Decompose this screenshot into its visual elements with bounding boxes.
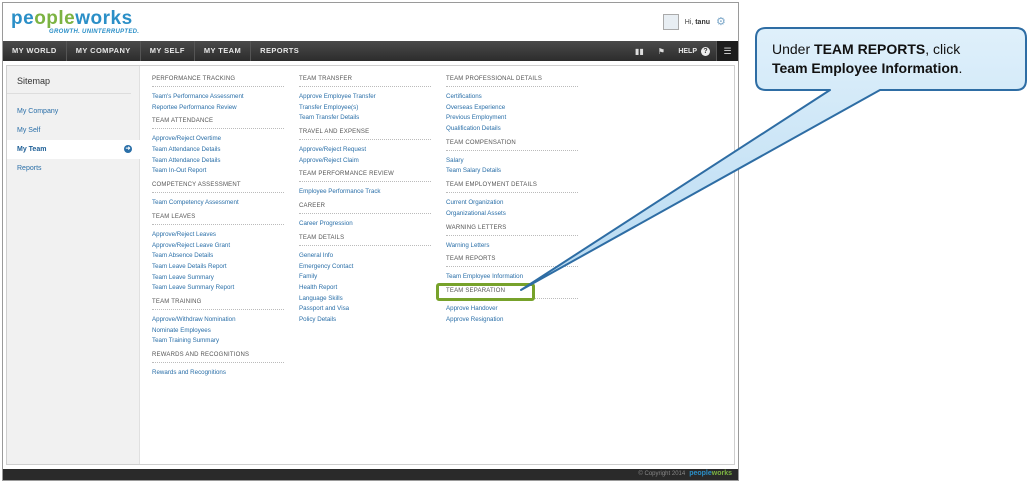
app-window: peopleworks GROWTH. UNINTERRUPTED. Hi, t… [2, 2, 739, 481]
sitemap-panel: Sitemap My Company My Self My Team ➜ Repo… [6, 65, 735, 465]
sitemap-link[interactable]: Career Progression [299, 219, 431, 230]
sitemap-link[interactable]: Approve/Reject Leaves [152, 230, 284, 241]
user-greeting: Hi, tanu [684, 18, 710, 26]
sitemap-column-1: PERFORMANCE TRACKING Team's Performance A… [152, 76, 284, 379]
section-heading: TEAM COMPENSATION [446, 140, 578, 151]
nav-my-world[interactable]: MY WORLD [3, 41, 67, 61]
sitemap-link[interactable]: Rewards and Recognitions [152, 368, 284, 379]
section-heading: WARNING LETTERS [446, 225, 578, 236]
sitemap-title: Sitemap [7, 66, 131, 94]
sitemap-link[interactable]: Team Attendance Details [152, 156, 284, 167]
app-header: peopleworks GROWTH. UNINTERRUPTED. Hi, t… [3, 3, 738, 41]
nav-reports[interactable]: REPORTS [251, 41, 308, 61]
callout-line-2: Team Employee Information. [772, 60, 963, 76]
sidebar-item-my-self[interactable]: My Self [7, 121, 139, 140]
nav-my-self[interactable]: MY SELF [141, 41, 195, 61]
section-heading: TEAM DETAILS [299, 235, 431, 246]
logo-tagline: GROWTH. UNINTERRUPTED. [49, 29, 140, 35]
sitemap-sidebar: Sitemap My Company My Self My Team ➜ Repo… [7, 66, 140, 464]
avatar[interactable] [662, 14, 679, 30]
sitemap-link[interactable]: Team Absence Details [152, 251, 284, 262]
sitemap-link[interactable]: Employee Performance Track [299, 187, 431, 198]
help-icon: ? [701, 46, 710, 56]
sitemap-link[interactable]: Approve Resignation [446, 315, 578, 326]
section-heading: TEAM PROFESSIONAL DETAILS [446, 76, 578, 87]
sitemap-link[interactable]: Certifications [446, 92, 578, 103]
sitemap-link[interactable]: Team Salary Details [446, 166, 578, 177]
app-footer: © Copyright 2014 peopleworks [3, 469, 738, 480]
logo-name: peopleworks [11, 8, 133, 29]
sitemap-link[interactable]: Approve/Reject Claim [299, 156, 431, 167]
help-button[interactable]: HELP? [672, 46, 716, 56]
sitemap-link[interactable]: Policy Details [299, 315, 431, 326]
section-heading: COMPETENCY ASSESSMENT [152, 182, 284, 194]
sitemap-link[interactable]: Emergency Contact [299, 262, 431, 273]
peopleworks-logo[interactable]: peopleworks GROWTH. UNINTERRUPTED. [11, 8, 140, 35]
sitemap-link[interactable]: Passport and Visa [299, 304, 431, 315]
footer-logo: peopleworks [689, 470, 732, 477]
sitemap-link[interactable]: Team Leave Summary [152, 273, 284, 284]
sitemap-link[interactable]: Team Attendance Details [152, 145, 284, 156]
sitemap-link[interactable]: Salary [446, 156, 578, 167]
sitemap-link[interactable]: Language Skills [299, 294, 431, 305]
sitemap-link[interactable]: Team In-Out Report [152, 166, 284, 177]
menu-icon[interactable]: ☰ [716, 41, 738, 61]
sidebar-item-my-team[interactable]: My Team ➜ [7, 140, 140, 159]
sidebar-item-reports[interactable]: Reports [7, 159, 139, 178]
section-heading: TEAM LEAVES [152, 214, 284, 225]
sitemap-link[interactable]: Reportee Performance Review [152, 103, 284, 114]
sidebar-item-my-company[interactable]: My Company [7, 102, 139, 121]
section-heading: REWARDS AND RECOGNITIONS [152, 352, 284, 363]
sitemap-link[interactable]: Team Leave Summary Report [152, 283, 284, 294]
nav-my-company[interactable]: MY COMPANY [67, 41, 141, 61]
nav-right-tools: ▮▮ ⚑ HELP? ☰ [628, 41, 738, 61]
sitemap-link[interactable]: Qualification Details [446, 124, 578, 135]
nav-my-team[interactable]: MY TEAM [195, 41, 252, 61]
section-heading: PERFORMANCE TRACKING [152, 76, 284, 87]
sitemap-link[interactable]: Approve Employee Transfer [299, 92, 431, 103]
section-heading: TEAM TRAINING [152, 299, 284, 310]
section-heading: TEAM REPORTS [446, 256, 578, 268]
sitemap-link[interactable]: Previous Employment [446, 113, 578, 124]
sitemap-link[interactable]: Approve/Reject Leave Grant [152, 241, 284, 252]
gear-icon[interactable]: ⚙ [716, 16, 728, 28]
sitemap-link[interactable]: Team Competency Assessment [152, 198, 284, 209]
sitemap-link[interactable]: Team Leave Details Report [152, 262, 284, 273]
callout-text: Under TEAM REPORTS, click Team Employee … [760, 30, 1022, 90]
main-nav: MY WORLD MY COMPANY MY SELF MY TEAM REPO… [3, 41, 738, 61]
sitemap-link[interactable]: General Info [299, 251, 431, 262]
sitemap-link[interactable]: Team Employee Information [446, 272, 578, 283]
sitemap-link[interactable]: Approve/Withdraw Nomination [152, 315, 284, 326]
sitemap-link[interactable]: Organizational Assets [446, 209, 578, 220]
section-heading: TEAM ATTENDANCE [152, 118, 284, 130]
section-heading: TEAM TRANSFER [299, 76, 431, 87]
sitemap-link[interactable]: Approve/Reject Request [299, 145, 431, 156]
footer-copyright: © Copyright 2014 peopleworks [638, 470, 732, 477]
sitemap-link[interactable]: Transfer Employee(s) [299, 103, 431, 114]
highlight-box [436, 283, 535, 301]
flag-icon[interactable]: ⚑ [650, 47, 672, 56]
section-heading: CAREER [299, 203, 431, 215]
user-area: Hi, tanu ⚙ [662, 14, 728, 30]
sitemap-link[interactable]: Team Training Summary [152, 336, 284, 347]
sitemap-column-2: TEAM TRANSFER Approve Employee Transfer Tr… [299, 76, 431, 326]
sitemap-link[interactable]: Warning Letters [446, 241, 578, 252]
book-icon[interactable]: ▮▮ [628, 47, 650, 56]
section-heading: TRAVEL AND EXPENSE [299, 129, 431, 141]
sitemap-link[interactable]: Team's Performance Assessment [152, 92, 284, 103]
callout-line-1: Under TEAM REPORTS, click [772, 41, 961, 57]
sitemap-link[interactable]: Nominate Employees [152, 326, 284, 337]
sitemap-link[interactable]: Team Transfer Details [299, 113, 431, 124]
section-heading: TEAM EMPLOYMENT DETAILS [446, 182, 578, 194]
sitemap-link[interactable]: Approve/Reject Overtime [152, 134, 284, 145]
sitemap-link[interactable]: Family [299, 272, 431, 283]
arrow-right-icon: ➜ [124, 145, 132, 153]
sitemap-link[interactable]: Current Organization [446, 198, 578, 209]
sitemap-link[interactable]: Health Report [299, 283, 431, 294]
sitemap-link[interactable]: Approve Handover [446, 304, 578, 315]
sitemap-link[interactable]: Overseas Experience [446, 103, 578, 114]
section-heading: TEAM PERFORMANCE REVIEW [299, 171, 431, 183]
